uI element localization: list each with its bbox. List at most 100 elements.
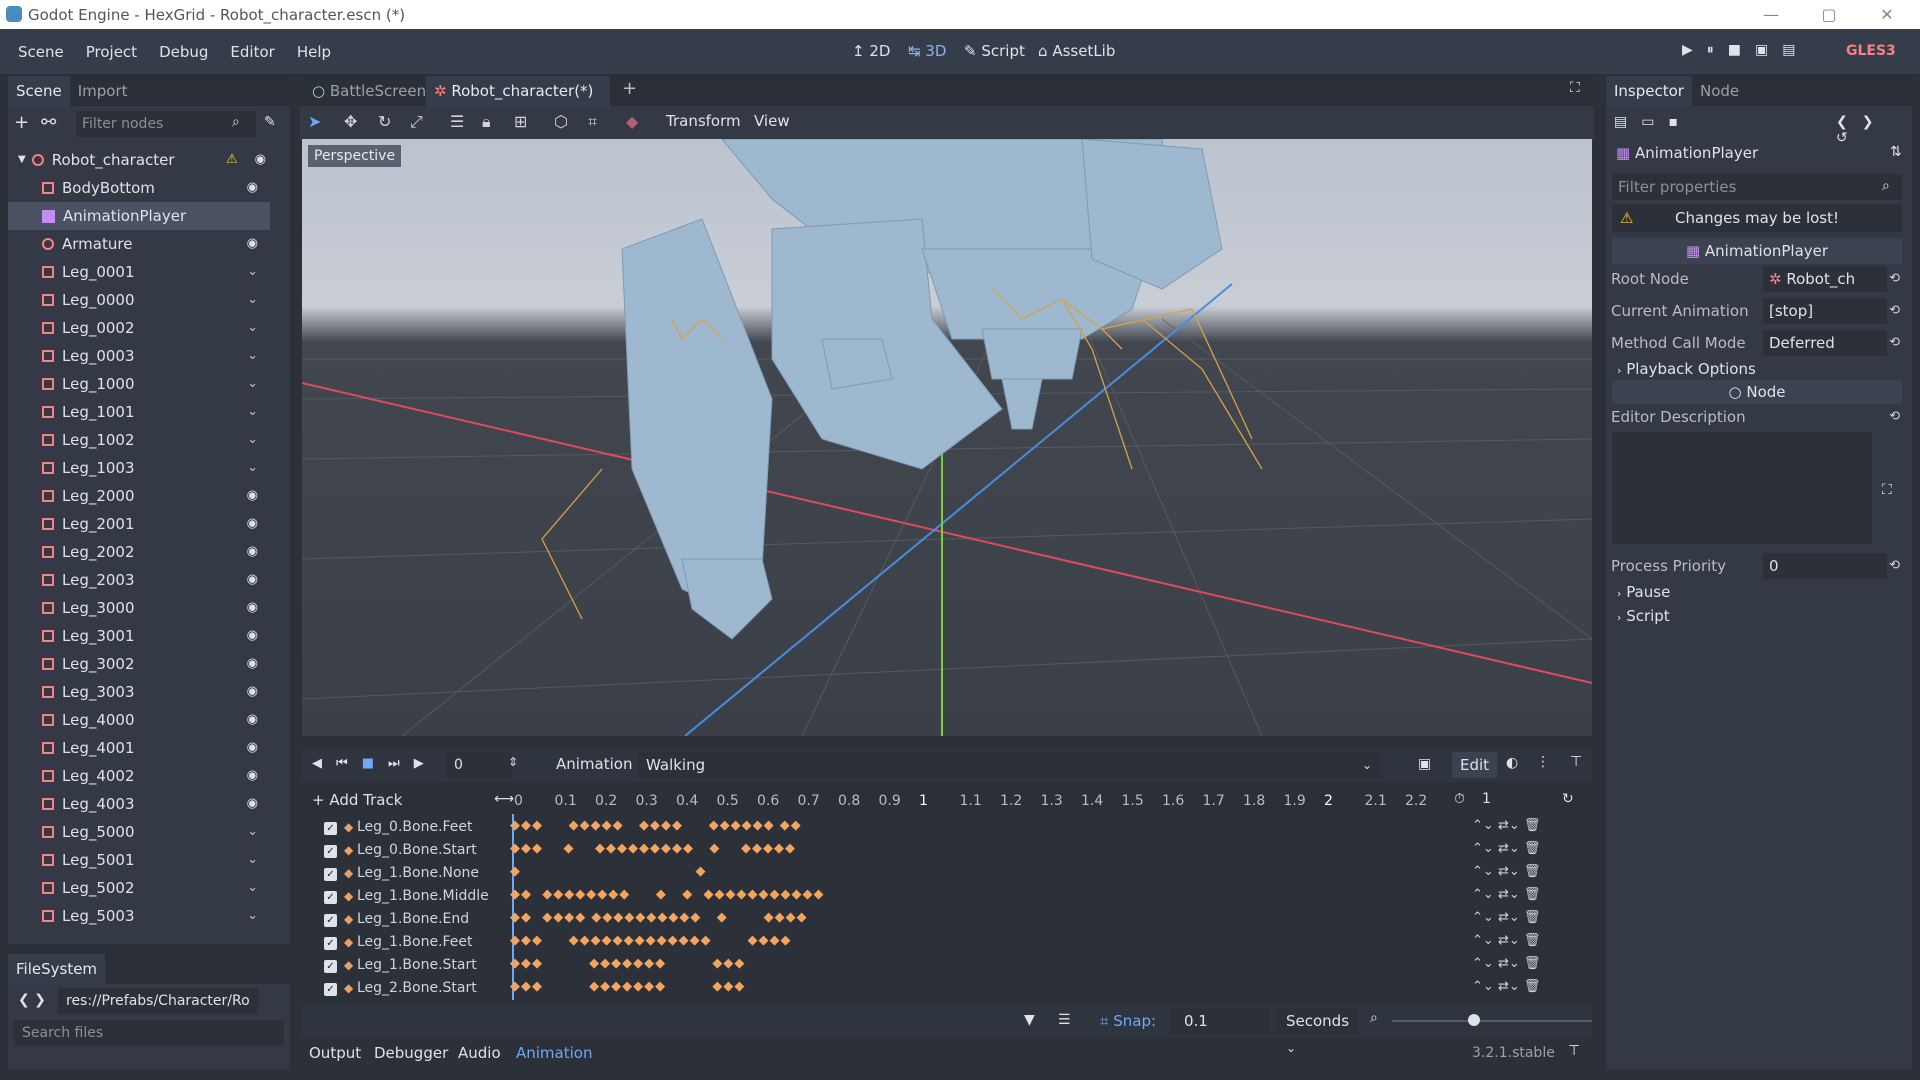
expand-icon[interactable]: ⛶ — [1882, 482, 1892, 498]
move-tool-icon[interactable]: ✥ — [344, 112, 357, 131]
track-enable-checkbox[interactable]: ✓ — [324, 983, 337, 996]
spin-icon[interactable]: ⇕ — [508, 755, 518, 769]
tab-animation[interactable]: Animation — [516, 1044, 592, 1062]
select-tool-icon[interactable]: ➤ — [308, 112, 321, 131]
tree-item[interactable]: Leg_3000 ◉ — [8, 594, 270, 622]
tree-item[interactable]: Leg_2000 ◉ — [8, 482, 270, 510]
save-icon[interactable]: ▪ — [1668, 114, 1692, 130]
filter-nodes-input[interactable]: Filter nodes — [76, 111, 256, 137]
track-enable-checkbox[interactable]: ✓ — [324, 822, 337, 835]
renderer-select[interactable]: GLES3 — [1846, 43, 1896, 59]
track-enable-checkbox[interactable]: ✓ — [324, 937, 337, 950]
tree-item[interactable]: Leg_4001 ◉ — [8, 734, 270, 762]
script-attach-icon[interactable]: ✎ — [264, 114, 276, 130]
new-resource-icon[interactable]: ▤ — [1614, 114, 1641, 130]
loop-wrap-icon[interactable]: ⇄⌄ — [1498, 910, 1520, 925]
tree-item[interactable]: Leg_0000 ⌄ — [8, 286, 270, 314]
tree-item[interactable]: Leg_3001 ◉ — [8, 622, 270, 650]
onion-skin-icon[interactable]: ◐ — [1506, 755, 1518, 771]
tree-item[interactable]: Leg_2002 ◉ — [8, 538, 270, 566]
play-animation-icon[interactable]: ▶ — [414, 756, 438, 771]
track-keyframes[interactable]: ◆ ◆ — [510, 864, 707, 879]
forward-icon[interactable]: ❯ — [1862, 114, 1888, 130]
track-keyframes[interactable]: ◆◆◆ ◆◆◆◆◆ ◆◆◆◆ ◆◆◆◆◆◆ ◆◆ — [510, 818, 802, 833]
tree-item[interactable]: Leg_3003 ◉ — [8, 678, 270, 706]
add-node-icon[interactable]: + — [14, 112, 41, 133]
local-space-icon[interactable]: ⬡ — [554, 112, 568, 131]
track-enable-checkbox[interactable]: ✓ — [324, 914, 337, 927]
perspective-button[interactable]: Perspective — [308, 145, 402, 167]
tab-output[interactable]: Output — [309, 1044, 361, 1062]
visibility-icon[interactable]: ◉ — [247, 706, 258, 734]
minimize-button[interactable]: — — [1748, 0, 1794, 29]
menu-project[interactable]: Project — [82, 43, 141, 61]
section-animationplayer[interactable]: ▦ AnimationPlayer — [1612, 238, 1902, 264]
track-keyframes[interactable]: ◆◆◆ ◆◆◆◆◆◆◆ ◆◆◆ — [510, 956, 745, 971]
visibility-icon[interactable]: ◉ — [247, 538, 258, 566]
track-row[interactable]: ✓ ◆ Leg_1.Bone.Middle ◆◆ ◆◆◆◆◆◆◆◆ ◆ ◆ ◆◆◆◆◆… — [302, 887, 1592, 910]
tab-inspector[interactable]: Inspector — [1606, 76, 1692, 106]
track-row[interactable]: ✓ ◆ Leg_2.Bone.Start ◆◆◆ ◆◆◆◆◆◆◆ ◆◆◆ ⌃⌄ ⇄⌄ 🗑… — [302, 979, 1592, 1000]
loop-wrap-icon[interactable]: ⇄⌄ — [1498, 887, 1520, 902]
visibility-icon[interactable]: ◉ — [247, 650, 258, 678]
script-section[interactable]: › Script — [1617, 601, 1910, 631]
filter-properties-input[interactable]: Filter properties — [1612, 174, 1902, 200]
autoplay-icon[interactable]: ▣ — [1418, 756, 1431, 772]
link-icon[interactable]: ⚯ — [41, 112, 68, 133]
menu-transform[interactable]: Transform — [666, 112, 741, 130]
revert-icon[interactable]: ⟲ — [1889, 296, 1900, 326]
pin-panel-icon[interactable]: ⊤ — [1568, 1043, 1580, 1059]
interp-icon[interactable]: ⌃⌄ — [1472, 818, 1494, 833]
hidden-icon[interactable]: ⌄ — [247, 454, 258, 482]
length-field[interactable]: 1 — [1482, 791, 1491, 807]
delete-track-icon[interactable]: 🗑︎ — [1524, 818, 1541, 833]
tree-item[interactable]: Leg_1002 ⌄ — [8, 426, 270, 454]
visibility-icon[interactable]: ◉ — [247, 174, 258, 202]
loop-wrap-icon[interactable]: ⇄⌄ — [1498, 979, 1520, 994]
play-custom-icon[interactable]: ▤ — [1782, 42, 1809, 58]
delete-track-icon[interactable]: 🗑︎ — [1524, 910, 1541, 925]
close-button[interactable]: ✕ — [1864, 0, 1910, 29]
delete-track-icon[interactable]: 🗑︎ — [1524, 864, 1541, 879]
loop-wrap-icon[interactable]: ⇄⌄ — [1498, 956, 1520, 971]
hidden-icon[interactable]: ⌄ — [247, 314, 258, 342]
track-row[interactable]: ✓ ◆ Leg_1.Bone.Feet ◆◆◆ ◆◆◆◆◆◆◆◆◆◆◆◆◆ ◆◆◆◆ ⌃… — [302, 933, 1592, 956]
tab-import[interactable]: Import — [70, 76, 136, 106]
tab-audio[interactable]: Audio — [458, 1044, 501, 1062]
root-node-field[interactable]: ✲ Robot_ch — [1763, 266, 1887, 292]
group-icon[interactable]: ⊞ — [514, 112, 527, 131]
tree-item[interactable]: Leg_0003 ⌄ — [8, 342, 270, 370]
frame-field[interactable]: 0 — [446, 752, 512, 778]
delete-track-icon[interactable]: 🗑︎ — [1524, 979, 1541, 994]
delete-track-icon[interactable]: 🗑︎ — [1524, 933, 1541, 948]
interp-icon[interactable]: ⌃⌄ — [1472, 956, 1494, 971]
tree-item[interactable]: Leg_5001 ⌄ — [8, 846, 270, 874]
track-enable-checkbox[interactable]: ✓ — [324, 891, 337, 904]
play-scene-icon[interactable]: ▣ — [1755, 42, 1782, 58]
track-enable-checkbox[interactable]: ✓ — [324, 868, 337, 881]
track-keyframes[interactable]: ◆◆◆ ◆◆◆◆◆◆◆◆◆◆◆◆◆ ◆◆◆◆ — [510, 933, 792, 948]
visibility-icon[interactable]: ◉ — [255, 146, 266, 174]
list-icon[interactable]: ☰ — [450, 112, 464, 131]
visibility-icon[interactable]: ◉ — [247, 482, 258, 510]
play-from-start-icon[interactable]: ⏭ — [388, 756, 414, 771]
more-icon[interactable]: ⋮ — [1536, 754, 1550, 770]
tree-item[interactable]: Leg_4002 ◉ — [8, 762, 270, 790]
loop-wrap-icon[interactable]: ⇄⌄ — [1498, 818, 1520, 833]
interp-icon[interactable]: ⌃⌄ — [1472, 841, 1494, 856]
inspected-node[interactable]: ▦ AnimationPlayer — [1616, 144, 1758, 162]
stop-animation-icon[interactable]: ■ — [362, 756, 388, 771]
scale-tool-icon[interactable]: ⤢ — [410, 112, 423, 132]
visibility-icon[interactable]: ◉ — [247, 510, 258, 538]
workspace-assetlib[interactable]: ⌂ AssetLib — [1038, 42, 1115, 60]
lock-icon[interactable]: 🔒︎ — [482, 112, 491, 132]
interp-icon[interactable]: ⌃⌄ — [1472, 887, 1494, 902]
menu-debug[interactable]: Debug — [155, 43, 212, 61]
stop-icon[interactable]: ■ — [1728, 42, 1755, 58]
viewport-3d[interactable]: Perspective — [302, 139, 1592, 736]
tab-scene[interactable]: Scene — [8, 76, 70, 106]
hidden-icon[interactable]: ⌄ — [247, 398, 258, 426]
tree-item[interactable]: Leg_4003 ◉ — [8, 790, 270, 818]
track-row[interactable]: ✓ ◆ Leg_0.Bone.Feet ◆◆◆ ◆◆◆◆◆ ◆◆◆◆ ◆◆◆◆◆◆ ◆… — [302, 818, 1592, 841]
tree-item[interactable]: Leg_0001 ⌄ — [8, 258, 270, 286]
